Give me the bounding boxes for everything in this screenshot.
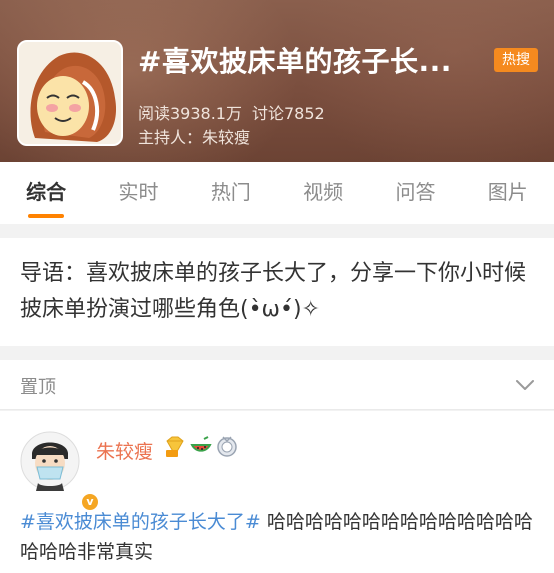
topic-header: #喜欢披床单的孩子长... 热搜 阅读3938.1万 讨论7852 主持人：朱较瘦: [0, 0, 554, 162]
topic-avatar-image: [19, 42, 121, 144]
pinned-section[interactable]: 置顶: [0, 360, 554, 410]
tab-hot[interactable]: 热门: [185, 162, 277, 224]
discussion-count: 讨论7852: [252, 104, 325, 123]
chevron-down-icon[interactable]: [514, 374, 536, 396]
author-medals: [164, 435, 238, 461]
tab-bar: 综合 实时 热门 视频 问答 图片: [0, 162, 554, 224]
post-hashtag[interactable]: #喜欢披床单的孩子长大了#: [20, 511, 261, 533]
topic-stats: 阅读3938.1万 讨论7852: [138, 100, 325, 124]
hot-badge: 热搜: [494, 48, 538, 72]
topic-avatar[interactable]: [17, 40, 123, 146]
topic-host[interactable]: 主持人：朱较瘦: [138, 124, 250, 148]
post-text: #喜欢披床单的孩子长大了# 哈哈哈哈哈哈哈哈哈哈哈哈哈哈哈哈哈非常真实: [20, 507, 540, 567]
post-card: v 朱较瘦 #喜欢披床单的孩子长大了# 哈哈哈哈哈哈哈哈哈哈哈哈哈哈哈哈哈非常真…: [0, 411, 554, 573]
tab-comprehensive[interactable]: 综合: [0, 162, 92, 224]
user-avatar-image: [20, 431, 80, 491]
medal-icon[interactable]: [216, 435, 238, 459]
tab-qa[interactable]: 问答: [369, 162, 461, 224]
watermelon-icon[interactable]: [190, 435, 212, 459]
topic-title: #喜欢披床单的孩子长...: [138, 45, 452, 78]
tab-video[interactable]: 视频: [277, 162, 369, 224]
author-name[interactable]: 朱较瘦: [96, 437, 153, 464]
avatar[interactable]: v: [20, 431, 100, 512]
tab-realtime[interactable]: 实时: [92, 162, 184, 224]
read-count: 阅读3938.1万: [138, 104, 242, 123]
tab-images[interactable]: 图片: [462, 162, 554, 224]
topic-intro: 导语：喜欢披床单的孩子长大了，分享一下你小时候披床单扮演过哪些角色(•̀ω•́)…: [0, 238, 554, 346]
pinned-label: 置顶: [20, 377, 56, 398]
diamond-vip-icon[interactable]: [164, 435, 186, 459]
